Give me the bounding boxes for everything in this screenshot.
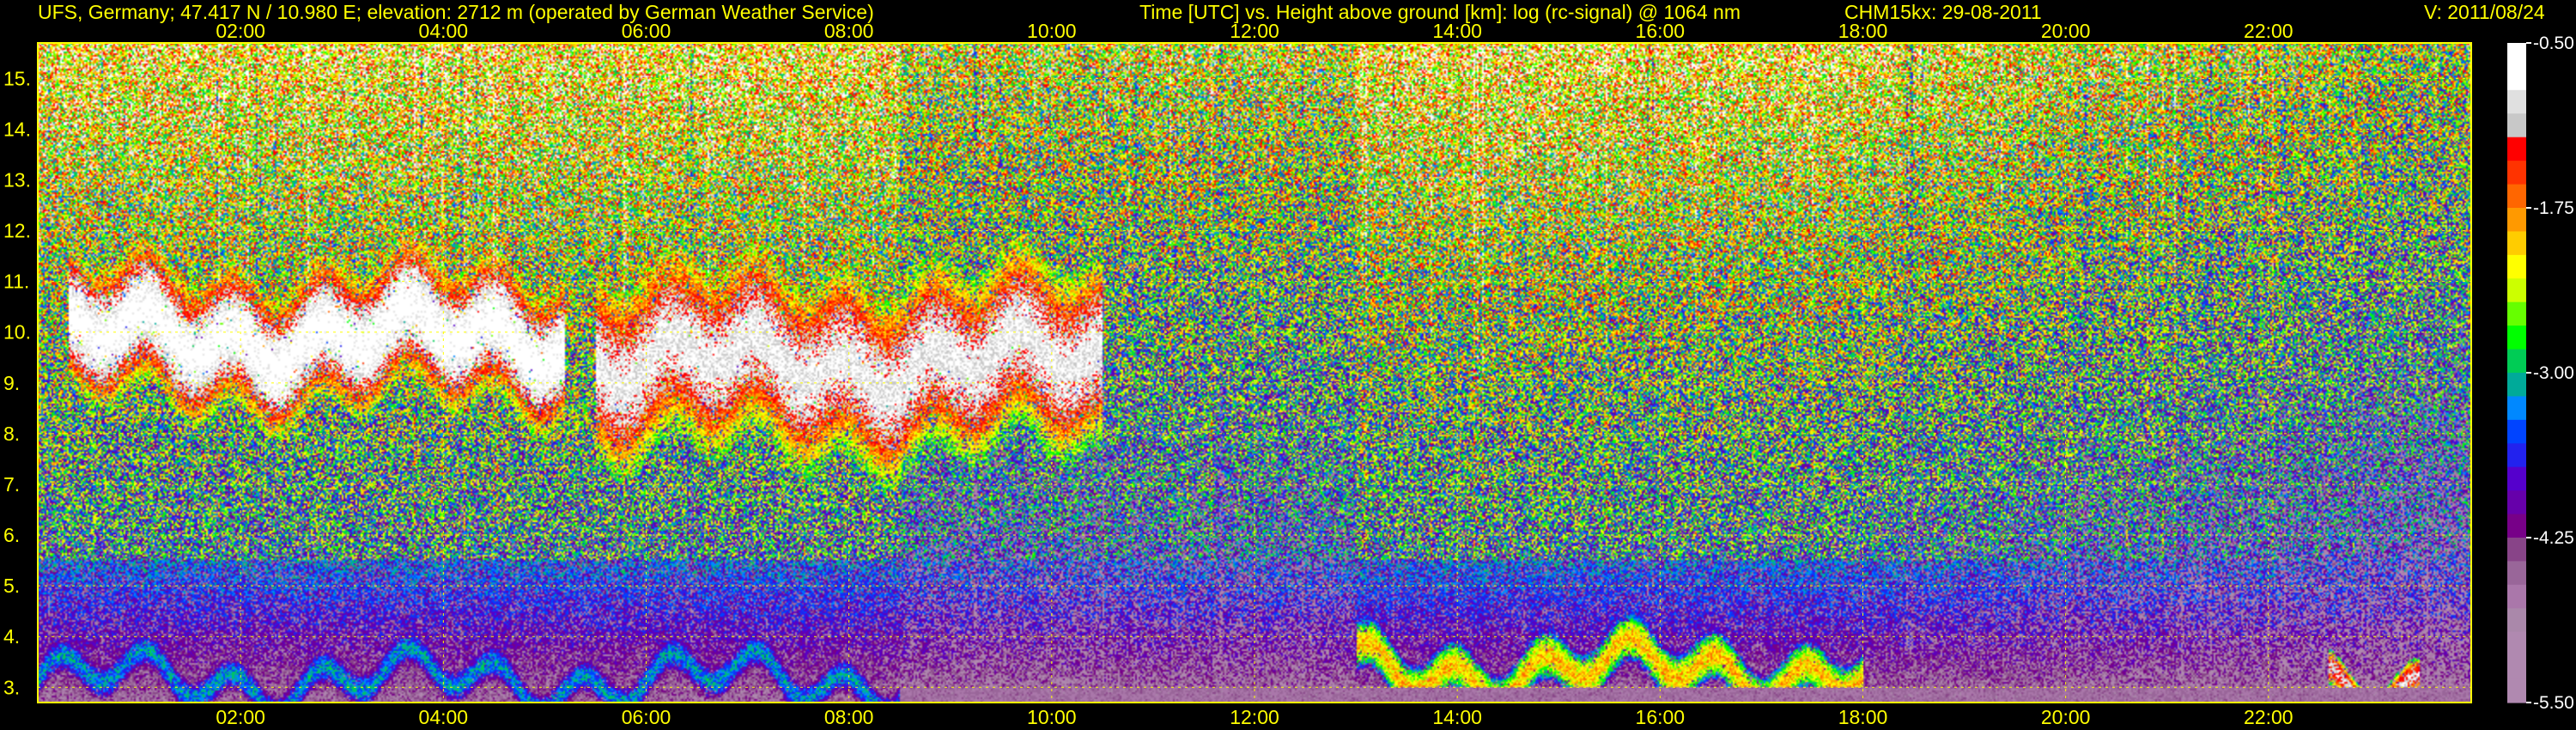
colorbar-segment (2507, 161, 2526, 186)
y-tick-label: 4. (3, 625, 20, 648)
x-tick-label-top: 12:00 (1230, 20, 1279, 42)
x-tick-label-top: 18:00 (1838, 20, 1888, 42)
y-tick-label: 11. (3, 271, 29, 293)
colorbar-segment (2507, 631, 2526, 656)
colorbar-segment (2507, 655, 2526, 680)
colorbar: -0.50 -1.75 -3.00 -4.25 -5.50 (2507, 33, 2574, 713)
x-tick-label-bottom: 12:00 (1230, 706, 1279, 728)
colorbar-tick-label: -4.25 (2533, 528, 2574, 548)
lidar-chart: 02:00 02:00 04:00 04:00 06:00 06:00 08:00 08:00… (3, 20, 2574, 728)
colorbar-segment (2507, 43, 2526, 68)
colorbar-segment (2507, 349, 2526, 374)
colorbar-tick-label: -5.50 (2533, 693, 2574, 713)
colorbar-segment (2507, 584, 2526, 609)
colorbar-segment (2507, 490, 2526, 515)
colorbar-segment (2507, 325, 2526, 350)
x-tick-label-bottom: 06:00 (622, 706, 671, 728)
y-tick-label: 9. (3, 372, 20, 394)
y-tick-label: 15. (3, 67, 31, 89)
x-tick-label-bottom: 22:00 (2244, 706, 2293, 728)
x-tick-label-bottom: 20:00 (2041, 706, 2091, 728)
x-tick-label-top: 08:00 (824, 20, 874, 42)
colorbar-segment (2507, 514, 2526, 538)
colorbar-segment (2507, 254, 2526, 279)
colorbar-segment (2507, 373, 2526, 398)
colorbar-tick-label: -0.50 (2533, 33, 2574, 53)
x-tick-label-top: 16:00 (1636, 20, 1686, 42)
y-tick-label: 5. (3, 575, 20, 597)
colorbar-tick-label: -1.75 (2533, 198, 2574, 218)
x-tick-label-top: 02:00 (216, 20, 265, 42)
x-tick-label-bottom: 18:00 (1838, 706, 1888, 728)
colorbar-segment (2507, 113, 2526, 138)
x-tick-label-bottom: 04:00 (419, 706, 469, 728)
y-tick-label: 3. (3, 676, 20, 698)
y-tick-label: 14. (3, 118, 31, 140)
x-tick-label-top: 06:00 (622, 20, 671, 42)
colorbar-segment (2507, 608, 2526, 633)
x-tick-label-top: 14:00 (1432, 20, 1482, 42)
colorbar-segment (2507, 396, 2526, 421)
colorbar-segment (2507, 184, 2526, 209)
y-tick-label: 7. (3, 473, 20, 496)
x-tick-label-top: 04:00 (419, 20, 469, 42)
y-tick-label: 10. (3, 321, 31, 344)
colorbar-segment (2507, 137, 2526, 161)
colorbar-tick-label: -3.00 (2533, 363, 2574, 383)
colorbar-segment (2507, 231, 2526, 256)
colorbar-segment (2507, 561, 2526, 586)
y-tick-label: 13. (3, 169, 31, 192)
colorbar-segment (2507, 443, 2526, 468)
x-tick-label-top: 20:00 (2041, 20, 2091, 42)
colorbar-segment (2507, 678, 2526, 703)
y-tick-label: 6. (3, 524, 20, 546)
x-tick-label-bottom: 14:00 (1432, 706, 1482, 728)
x-tick-label-bottom: 08:00 (824, 706, 874, 728)
colorbar-segment (2507, 89, 2526, 114)
colorbar-segment (2507, 466, 2526, 491)
x-tick-label-bottom: 02:00 (216, 706, 265, 728)
colorbar-segment (2507, 301, 2526, 326)
colorbar-segment (2507, 66, 2526, 91)
x-tick-label-top: 22:00 (2244, 20, 2293, 42)
x-tick-label-top: 10:00 (1027, 20, 1077, 42)
x-tick-label-bottom: 16:00 (1636, 706, 1686, 728)
y-tick-label: 12. (3, 220, 31, 242)
colorbar-segment (2507, 208, 2526, 233)
x-tick-label-bottom: 10:00 (1027, 706, 1077, 728)
y-tick-label: 8. (3, 423, 20, 445)
colorbar-segment (2507, 278, 2526, 303)
colorbar-segment (2507, 538, 2526, 563)
colorbar-segment (2507, 419, 2526, 444)
